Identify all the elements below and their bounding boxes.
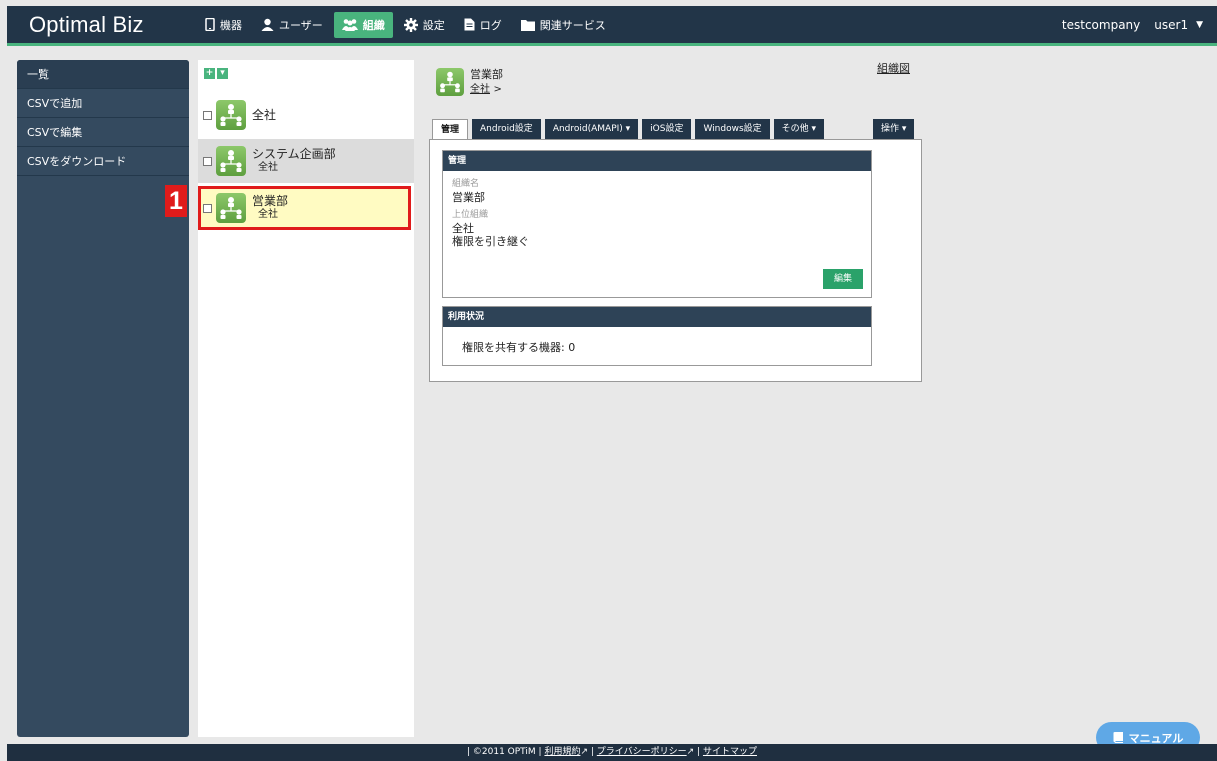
edit-button[interactable]: 編集 (823, 269, 863, 289)
org-icon (216, 146, 246, 176)
gear-icon (403, 17, 418, 32)
tree-node-checkbox[interactable] (203, 110, 212, 120)
privacy-link[interactable]: プライバシーポリシー (597, 747, 687, 757)
nav-related-services[interactable]: 関連サービス (513, 12, 614, 38)
terms-link[interactable]: 利用規約 (544, 747, 580, 757)
org-icon (216, 100, 246, 130)
org-icon (436, 68, 464, 96)
breadcrumb-separator: > (493, 84, 502, 95)
nav-users[interactable]: ユーザー (253, 12, 331, 38)
footer-separator: | (697, 747, 701, 757)
tree-node-all-company[interactable]: 全社 (198, 93, 414, 137)
nav-organization[interactable]: 組織 (333, 11, 393, 38)
tab-android-amapi[interactable]: Android(AMAPI) ▾ (544, 119, 639, 139)
group-icon (341, 19, 358, 31)
org-header: 営業部 全社 > (436, 68, 503, 97)
sidebar-item-csv-edit[interactable]: CSVで編集 (17, 118, 189, 147)
parent-org-value: 全社 (452, 222, 474, 235)
callout-number-badge: 1 (165, 185, 187, 217)
book-icon (1113, 732, 1123, 743)
org-name-label: 組織名 (452, 179, 480, 189)
nav-logs-label: ログ (479, 18, 502, 32)
org-icon (216, 193, 246, 223)
nav-organization-label: 組織 (362, 18, 385, 32)
sitemap-link[interactable]: サイトマップ (703, 747, 757, 757)
main-nav: 機器 ユーザー 組織 設定 ログ 関連サービス (197, 6, 617, 43)
sidebar-item-csv-add[interactable]: CSVで追加 (17, 89, 189, 118)
usage-box-header: 利用状況 (443, 307, 871, 327)
top-header: Optimal Biz 機器 ユーザー 組織 設定 ログ 関連サービス test… (7, 6, 1217, 46)
shared-devices-count: 権限を共有する機器: 0 (462, 341, 576, 354)
tree-node-name: 全社 (252, 107, 277, 122)
user-icon (261, 18, 274, 31)
page-footer: | ©2011 OPTiM | 利用規約↗ | プライバシーポリシー↗ | サイ… (7, 744, 1217, 761)
page-title: 営業部 (470, 68, 503, 81)
nav-settings[interactable]: 設定 (396, 12, 453, 38)
external-link-icon: ↗ (580, 747, 588, 757)
usage-box: 利用状況 権限を共有する機器: 0 (442, 306, 872, 366)
operations-menu-button[interactable]: 操作 ▾ (873, 119, 915, 139)
tree-node-checkbox[interactable] (203, 203, 212, 213)
tree-node-name: 営業部 (252, 194, 289, 208)
tree-node-sales[interactable]: 営業部 全社 (198, 186, 411, 230)
breadcrumb-link-all-company[interactable]: 全社 (470, 84, 490, 95)
copyright-text: | ©2011 OPTiM | (467, 747, 542, 757)
phone-icon (205, 18, 215, 31)
user-menu[interactable]: testcompany user1 ▼ (1062, 6, 1203, 43)
external-link-icon: ↗ (686, 747, 695, 757)
nav-related-services-label: 関連サービス (539, 18, 606, 32)
tab-other[interactable]: その他 ▾ (773, 119, 825, 139)
app-logo[interactable]: Optimal Biz (7, 12, 197, 38)
tree-toolbar: + ▾ (204, 68, 228, 79)
nav-users-label: ユーザー (279, 18, 323, 32)
add-org-button[interactable]: + (204, 68, 215, 79)
folder-icon (520, 19, 535, 31)
document-icon (464, 18, 475, 31)
nav-logs[interactable]: ログ (456, 12, 510, 38)
org-name-value: 営業部 (452, 191, 485, 204)
inherit-permission-text: 権限を引き継ぐ (452, 235, 529, 248)
settings-tabs: 管理 Android設定 Android(AMAPI) ▾ iOS設定 Wind… (432, 119, 825, 140)
tab-windows-settings[interactable]: Windows設定 (695, 119, 770, 139)
parent-org-label: 上位組織 (452, 210, 489, 220)
nav-devices-label: 機器 (220, 18, 242, 32)
sidebar-item-csv-download[interactable]: CSVをダウンロード (17, 147, 189, 176)
org-tree-panel: + ▾ 全社 システム企画部 全社 営業部 全社 (198, 60, 414, 737)
tree-menu-button[interactable]: ▾ (217, 68, 228, 79)
footer-separator: | (590, 747, 594, 757)
nav-settings-label: 設定 (422, 18, 445, 32)
caret-down-icon[interactable]: ▼ (1196, 20, 1203, 30)
user-name: user1 (1154, 17, 1189, 32)
sidebar-item-list[interactable]: 一覧 (17, 60, 189, 89)
tree-node-checkbox[interactable] (203, 156, 212, 166)
tree-node-parent: 全社 (258, 209, 278, 220)
tree-node-system-planning[interactable]: システム企画部 全社 (198, 139, 414, 183)
org-chart-link[interactable]: 組織図 (877, 60, 910, 76)
management-box: 管理 組織名 営業部 上位組織 全社 権限を引き継ぐ 編集 (442, 150, 872, 298)
company-name: testcompany (1061, 17, 1141, 32)
tree-node-parent: 全社 (258, 162, 278, 173)
management-box-header: 管理 (443, 151, 871, 171)
management-tab-panel: 管理 組織名 営業部 上位組織 全社 権限を引き継ぐ 編集 利用状況 権限を共有… (429, 139, 922, 382)
nav-devices[interactable]: 機器 (197, 12, 250, 38)
breadcrumb: 全社 > (470, 82, 503, 97)
tab-ios-settings[interactable]: iOS設定 (642, 119, 692, 139)
left-sidebar: 一覧 CSVで追加 CSVで編集 CSVをダウンロード (17, 60, 189, 737)
tree-node-name: システム企画部 (252, 147, 336, 161)
tab-android-settings[interactable]: Android設定 (472, 119, 541, 139)
tab-management[interactable]: 管理 (432, 119, 469, 140)
